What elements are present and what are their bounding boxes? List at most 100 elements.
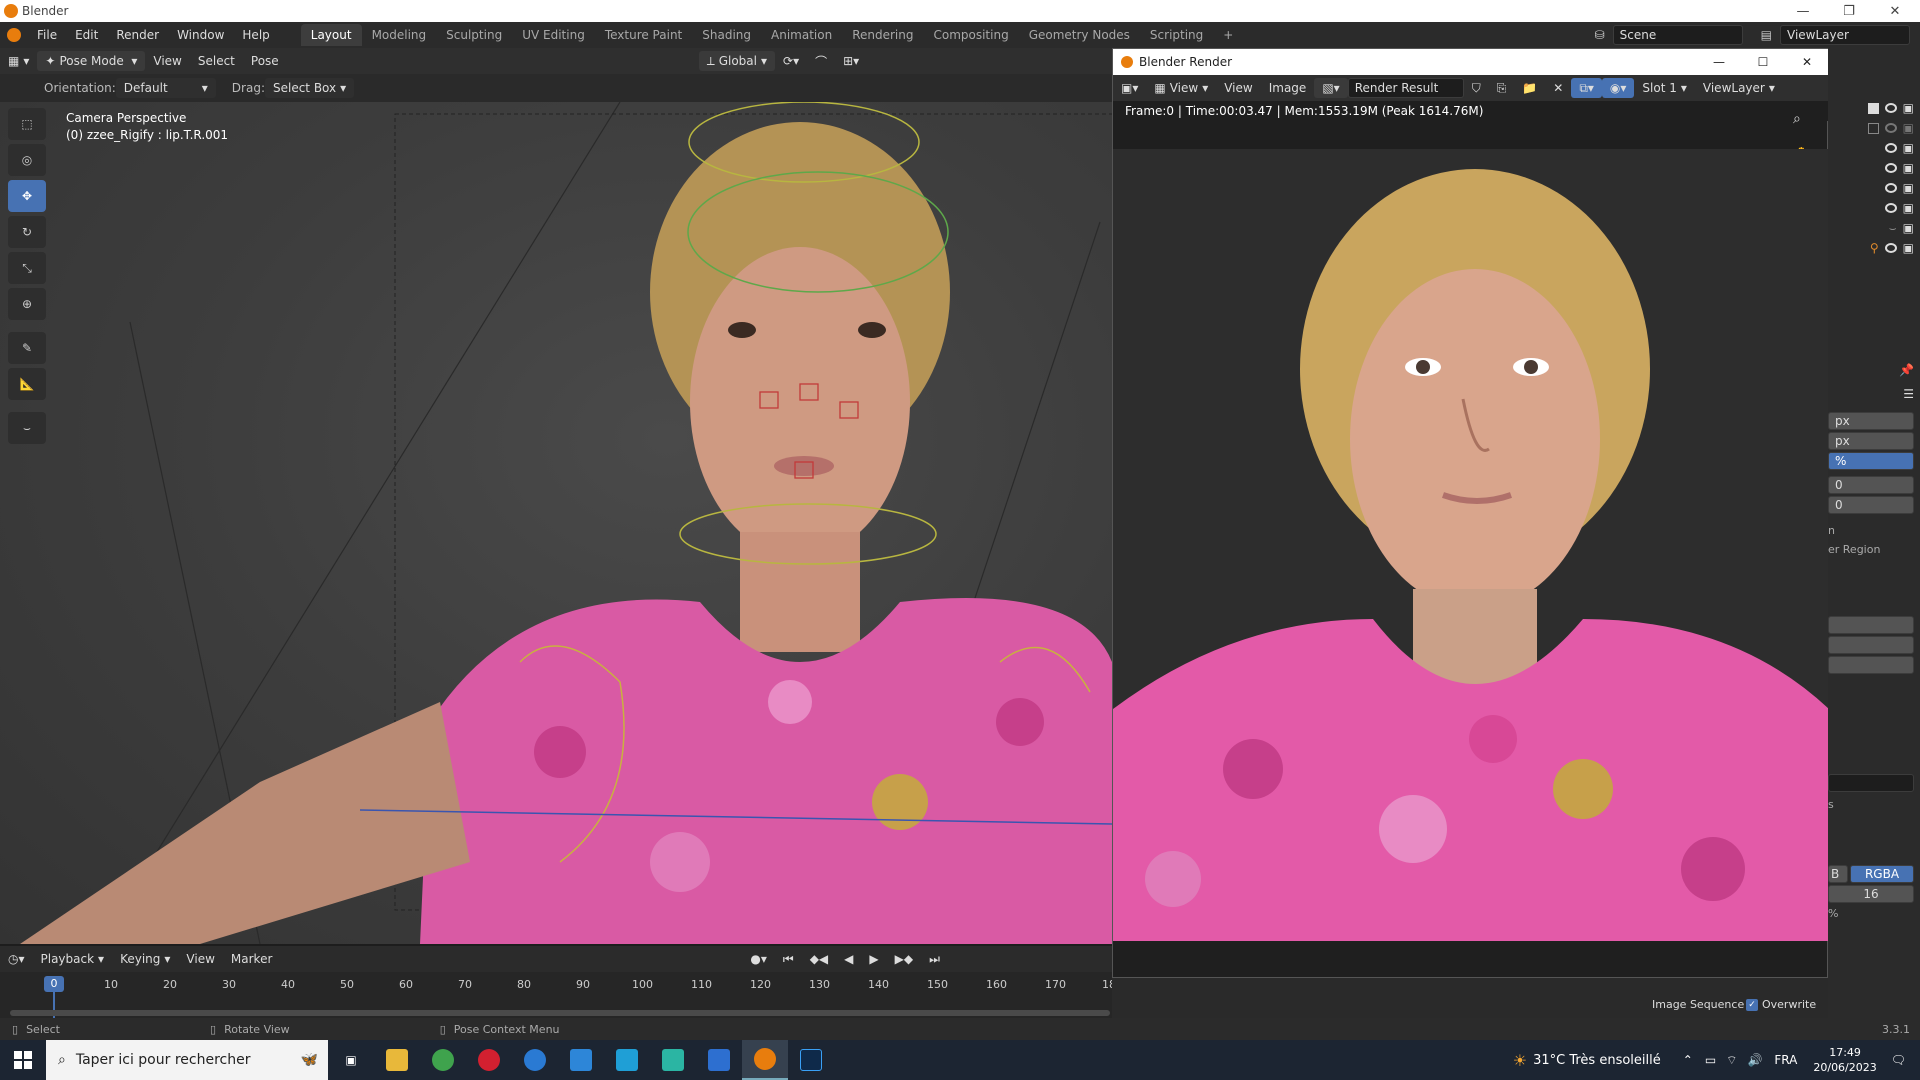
color-depth-field[interactable]: 16 <box>1828 885 1914 903</box>
camera-render-icon[interactable]: ▣ <box>1903 181 1914 195</box>
camera-render-icon[interactable]: ▣ <box>1903 101 1914 115</box>
color-mode-bw[interactable]: B <box>1828 865 1848 883</box>
tab-uv-editing[interactable]: UV Editing <box>512 24 595 46</box>
tab-scripting[interactable]: Scripting <box>1140 24 1213 46</box>
eye-closed-icon[interactable]: ⌣ <box>1889 221 1897 236</box>
menu-window[interactable]: Window <box>168 28 233 42</box>
fake-user-icon[interactable]: ⛉ <box>1464 78 1489 98</box>
language-indicator[interactable]: FRA <box>1774 1053 1797 1067</box>
move-tool[interactable]: ✥ <box>8 180 46 212</box>
jump-keyframe-back-button[interactable]: ◆◀ <box>802 949 836 969</box>
new-image-icon[interactable]: ⎘ <box>1489 78 1515 98</box>
eye-icon[interactable] <box>1884 183 1897 193</box>
timeline-editor-type-button[interactable]: ◷▾ <box>0 949 33 969</box>
menu-edit[interactable]: Edit <box>66 28 107 42</box>
relax-pose-tool[interactable]: ⌣ <box>8 412 46 444</box>
drag-selector[interactable]: Select Box ▾ <box>264 78 355 98</box>
render-result-image[interactable] <box>1113 149 1829 941</box>
m-app-icon[interactable] <box>650 1040 696 1080</box>
camera-render-icon[interactable]: ▣ <box>1903 161 1914 175</box>
tab-texture-paint[interactable]: Texture Paint <box>595 24 692 46</box>
camera-render-icon[interactable]: ▣ <box>1903 241 1914 255</box>
timeline[interactable]: 0 10 20 30 40 50 60 70 80 90 100 110 120… <box>0 972 1116 1022</box>
photoshop-icon[interactable] <box>788 1040 834 1080</box>
aspect-x-field[interactable]: 0 <box>1828 476 1914 494</box>
pivot-selector[interactable]: ⟳▾ <box>775 51 807 71</box>
meet-icon[interactable]: ▭ <box>1705 1053 1716 1067</box>
resolution-percent-field[interactable]: % <box>1828 452 1914 470</box>
windows-start-icon[interactable] <box>0 1040 46 1080</box>
range-field-1[interactable] <box>1828 616 1914 634</box>
slot-selector[interactable]: Slot 1 ▾ <box>1634 78 1694 98</box>
eye-icon[interactable] <box>1884 143 1897 153</box>
transform-orientation-selector[interactable]: ⟂ Global ▾ <box>698 51 776 71</box>
taskbar-search[interactable]: ⌕ Taper ici pour rechercher 🦋 <box>46 1040 328 1080</box>
menu-playback[interactable]: Playback ▾ <box>33 949 113 969</box>
scale-tool[interactable]: ⤡ <box>8 252 46 284</box>
output-path-field[interactable] <box>1828 774 1914 792</box>
sample-tool-icon[interactable]: ⧉▾ <box>1571 78 1602 98</box>
aspect-y-field[interactable]: 0 <box>1828 496 1914 514</box>
color-mode-rgba[interactable]: RGBA <box>1850 865 1914 883</box>
scene-icon[interactable]: ⛁ <box>1595 28 1605 42</box>
camera-render-icon[interactable]: ▣ <box>1903 221 1914 235</box>
minimize-button[interactable]: — <box>1780 0 1826 22</box>
weather-icon[interactable]: ☀ <box>1513 1051 1527 1070</box>
file-explorer-icon[interactable] <box>374 1040 420 1080</box>
cursor-tool[interactable]: ◎ <box>8 144 46 176</box>
editor-type-button[interactable]: ▦ ▾ <box>0 51 37 71</box>
render-close-button[interactable]: ✕ <box>1785 55 1829 69</box>
checkbox-icon[interactable] <box>1867 102 1879 114</box>
render-minimize-button[interactable]: — <box>1697 55 1741 69</box>
jump-keyframe-forward-button[interactable]: ▶◆ <box>887 949 921 969</box>
transform-tool[interactable]: ⊕ <box>8 288 46 320</box>
overwrite-option[interactable]: ✓ Overwrite <box>1746 998 1816 1011</box>
checkbox-icon[interactable] <box>1867 122 1879 134</box>
restore-button[interactable]: ❐ <box>1826 0 1872 22</box>
eye-icon[interactable] <box>1884 243 1897 253</box>
resolution-x-field[interactable]: px <box>1828 412 1914 430</box>
task-view-icon[interactable]: ▣ <box>328 1040 374 1080</box>
image-browse-button[interactable]: ▧▾ <box>1314 78 1348 98</box>
orientation-selector[interactable]: Default ▾ <box>115 78 216 98</box>
network-icon[interactable]: ⌔ <box>1726 1053 1737 1068</box>
viewport-3d[interactable]: Camera Perspective (0) zzee_Rigify : lip… <box>0 102 1112 944</box>
view-layer-icon[interactable]: ▤ <box>1761 28 1772 42</box>
play-reverse-button[interactable]: ◀ <box>836 949 861 969</box>
camera-render-icon[interactable]: ▣ <box>1903 201 1914 215</box>
eye-icon[interactable] <box>1884 123 1897 133</box>
menu-pose[interactable]: Pose <box>243 51 287 71</box>
select-box-tool[interactable]: ⬚ <box>8 108 46 140</box>
jump-start-button[interactable]: ⏮ <box>775 949 802 969</box>
tab-rendering[interactable]: Rendering <box>842 24 923 46</box>
camera-render-icon[interactable]: ▣ <box>1903 121 1914 135</box>
close-button[interactable]: ✕ <box>1872 0 1918 22</box>
mode-selector[interactable]: ✦ Pose Mode ▾ <box>37 51 146 71</box>
menu-image-view[interactable]: View <box>1216 78 1260 98</box>
opera-icon[interactable] <box>466 1040 512 1080</box>
tab-compositing[interactable]: Compositing <box>923 24 1018 46</box>
render-maximize-button[interactable]: ☐ <box>1741 55 1785 69</box>
view-layer-selector[interactable]: ViewLayer <box>1780 25 1910 45</box>
rotate-tool[interactable]: ↻ <box>8 216 46 248</box>
snap-toggle[interactable]: ⌒ <box>807 51 835 71</box>
view-mode-selector[interactable]: ▦ View ▾ <box>1146 78 1216 98</box>
snap-options[interactable]: ⊞▾ <box>835 51 867 71</box>
tab-shading[interactable]: Shading <box>692 24 761 46</box>
menu-image[interactable]: Image <box>1261 78 1315 98</box>
measure-tool[interactable]: 📐 <box>8 368 46 400</box>
volume-icon[interactable]: 🔊 <box>1747 1053 1762 1067</box>
scene-selector[interactable]: Scene <box>1612 25 1743 45</box>
eye-icon[interactable] <box>1884 203 1897 213</box>
pin-icon[interactable]: 📌 <box>1899 363 1914 377</box>
tray-chevron-icon[interactable]: ⌃ <box>1683 1053 1693 1067</box>
store-icon[interactable] <box>558 1040 604 1080</box>
notification-icon[interactable]: 🗨 <box>1891 1053 1906 1067</box>
camera-render-icon[interactable]: ▣ <box>1903 141 1914 155</box>
menu-render[interactable]: Render <box>107 28 168 42</box>
auto-keying-button[interactable]: ●▾ <box>742 949 775 969</box>
jump-end-button[interactable]: ⏭ <box>921 949 948 969</box>
eye-icon[interactable] <box>1884 103 1897 113</box>
render-view-layer-selector[interactable]: ViewLayer ▾ <box>1695 78 1783 98</box>
menu-select[interactable]: Select <box>190 51 243 71</box>
